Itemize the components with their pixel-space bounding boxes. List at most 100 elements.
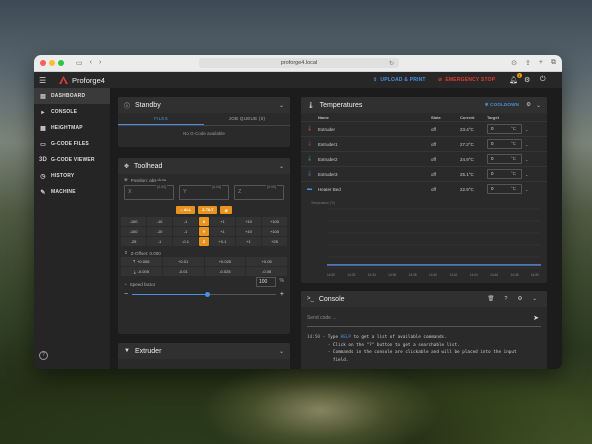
jog-button[interactable]: -10 bbox=[147, 217, 172, 226]
jog-button[interactable]: +1 bbox=[210, 227, 235, 236]
chevron-down-icon[interactable]: ⌄ bbox=[525, 187, 528, 192]
console-command-link[interactable]: HELP bbox=[341, 335, 351, 340]
jog-button[interactable]: -10 bbox=[147, 227, 172, 236]
tab-overview-icon[interactable]: ⧉ bbox=[551, 59, 556, 67]
zoffset-button[interactable]: -0.01 bbox=[162, 267, 204, 276]
sidebar-item-heightmap[interactable]: ▦ HEIGHTMAP bbox=[34, 120, 110, 136]
zoffset-button[interactable]: -0.025 bbox=[204, 267, 246, 276]
jog-button[interactable]: +1 bbox=[210, 217, 235, 226]
maximize-window-button[interactable] bbox=[58, 60, 64, 66]
sidebar-item-machine[interactable]: ✎ MACHINE bbox=[34, 184, 110, 200]
zoffset-button[interactable]: ⤓ -0.005 bbox=[121, 267, 162, 276]
chevron-down-icon[interactable]: ⌄ bbox=[525, 127, 528, 132]
notifications-button[interactable]: 🔔︎ 1 bbox=[509, 73, 522, 84]
close-window-button[interactable] bbox=[40, 60, 46, 66]
tab-job-queue[interactable]: JOB QUEUE (0) bbox=[204, 113, 290, 125]
jog-button[interactable]: -1 bbox=[173, 217, 198, 226]
back-icon[interactable]: ‹ bbox=[90, 59, 92, 67]
jog-button[interactable]: -25 bbox=[121, 237, 146, 246]
chevron-down-icon[interactable]: ⌄ bbox=[279, 102, 284, 109]
minimize-window-button[interactable] bbox=[49, 60, 55, 66]
jog-button[interactable]: -1 bbox=[173, 227, 198, 236]
emergency-stop-button[interactable]: ⊘ EMERGENCY STOP bbox=[438, 77, 495, 83]
toolhead-header: ✥ Toolhead ⌄ bbox=[118, 158, 290, 174]
chevron-down-icon[interactable]: ⌄ bbox=[279, 348, 284, 355]
gear-icon[interactable]: ⚙ bbox=[517, 296, 522, 302]
sidebar-item-gcode-viewer[interactable]: 3D G-CODE VIEWER bbox=[34, 152, 110, 168]
browser-titlebar: ▭ ‹ › proforge4.local ↻ ⊙ ⇪ + ⧉ bbox=[34, 55, 562, 72]
minus-icon[interactable]: − bbox=[124, 291, 128, 298]
zoffset-button[interactable]: +0.01 bbox=[162, 257, 204, 266]
jog-button[interactable]: -0.1 bbox=[173, 237, 198, 246]
settings-icon[interactable]: ⚙ bbox=[524, 76, 530, 84]
target-input[interactable]: 0 °C bbox=[487, 169, 522, 179]
sidebar-item-gcode-files[interactable]: ▭ G-CODE FILES bbox=[34, 136, 110, 152]
jog-button[interactable]: -100 bbox=[121, 227, 146, 236]
zoffset-button[interactable]: -0.05 bbox=[246, 267, 287, 276]
home-all-button[interactable]: ⌂ ALL bbox=[176, 206, 196, 214]
zoffset-button[interactable]: +0.025 bbox=[204, 257, 246, 266]
share-icon[interactable]: ⇪ bbox=[525, 59, 531, 67]
target-input[interactable]: 0 °C bbox=[487, 139, 522, 149]
trash-icon[interactable]: 🗑︎ bbox=[487, 296, 494, 302]
x-position-field[interactable]: X [0.00] bbox=[124, 181, 174, 200]
jog-button[interactable]: +10 bbox=[236, 227, 261, 236]
console-input[interactable]: Send code ... bbox=[307, 315, 336, 321]
menu-icon[interactable]: ☰ bbox=[39, 76, 51, 85]
z-position-field[interactable]: Z [0.00] bbox=[234, 181, 284, 200]
slider-thumb[interactable] bbox=[204, 292, 210, 297]
axis-value: [0.00] bbox=[211, 181, 222, 194]
plus-icon[interactable]: + bbox=[280, 291, 284, 298]
jog-button[interactable]: -100 bbox=[121, 217, 146, 226]
chevron-down-icon[interactable]: ⌄ bbox=[525, 157, 528, 162]
jog-button[interactable]: +25 bbox=[262, 237, 287, 246]
upload-print-button[interactable]: ⇪ UPLOAD & PRINT bbox=[373, 77, 426, 83]
jog-button[interactable]: +100 bbox=[262, 217, 287, 226]
jog-button[interactable]: -1 bbox=[147, 237, 172, 246]
console-line: field. bbox=[307, 357, 541, 365]
jog-button[interactable]: +0.1 bbox=[210, 237, 235, 246]
target-unit: °C bbox=[510, 156, 516, 161]
target-value: 0 bbox=[491, 186, 494, 191]
help-icon[interactable]: ? bbox=[504, 296, 507, 302]
tab-files[interactable]: FILES bbox=[118, 113, 204, 125]
z-tilt-button[interactable]: Z-TILT bbox=[198, 206, 218, 214]
target-value: 0 bbox=[491, 171, 494, 176]
help-icon[interactable]: ? bbox=[39, 351, 48, 360]
zoffset-label: ⇕ Z-Offset: 0.000 bbox=[118, 246, 290, 257]
chevron-down-icon[interactable]: ⌄ bbox=[536, 102, 541, 109]
new-tab-icon[interactable]: + bbox=[539, 59, 543, 67]
chevron-down-icon[interactable]: ⌄ bbox=[279, 163, 284, 170]
forward-icon[interactable]: › bbox=[99, 59, 101, 67]
gear-icon[interactable]: ⚙ bbox=[526, 102, 531, 108]
sidebar-toggle-icon[interactable]: ▭ bbox=[76, 59, 83, 67]
thermometer-icon: 🌡︎ bbox=[307, 102, 315, 109]
chevron-down-icon[interactable]: ⌄ bbox=[525, 142, 528, 147]
sidebar-item-dashboard[interactable]: ▤ DASHBOARD bbox=[34, 88, 110, 104]
sidebar-item-console[interactable]: ▸ CONSOLE bbox=[34, 104, 110, 120]
send-icon[interactable]: ➤ bbox=[533, 314, 539, 322]
target-unit: °C bbox=[510, 186, 516, 191]
reload-icon[interactable]: ↻ bbox=[389, 60, 394, 67]
zoffset-button[interactable]: ⤒ +0.005 bbox=[121, 257, 162, 266]
temperature-chart: Temperature [°C] 14:30 14:32 14:34 14:36 14:… bbox=[309, 201, 543, 277]
speed-input[interactable]: 100 bbox=[256, 277, 276, 287]
sidebar-item-history[interactable]: ◷ HISTORY bbox=[34, 168, 110, 184]
cooldown-button[interactable]: ❄ COOLDOWN bbox=[485, 102, 519, 108]
target-input[interactable]: 0 °C bbox=[487, 124, 522, 134]
speed-slider[interactable] bbox=[132, 292, 276, 297]
y-position-field[interactable]: Y [0.00] bbox=[179, 181, 229, 200]
target-input[interactable]: 0 °C bbox=[487, 184, 522, 194]
motors-off-button[interactable]: ⊘ bbox=[220, 206, 232, 214]
jog-button[interactable]: +100 bbox=[262, 227, 287, 236]
target-input[interactable]: 0 °C bbox=[487, 154, 522, 164]
console-text: - Type bbox=[322, 335, 341, 340]
address-bar[interactable]: proforge4.local ↻ bbox=[199, 58, 399, 68]
jog-button[interactable]: +1 bbox=[236, 237, 261, 246]
chevron-down-icon[interactable]: ⌄ bbox=[532, 296, 537, 302]
power-icon[interactable]: ⏻ bbox=[540, 76, 546, 84]
download-icon[interactable]: ⊙ bbox=[511, 59, 517, 67]
chevron-down-icon[interactable]: ⌄ bbox=[525, 172, 528, 177]
jog-button[interactable]: +10 bbox=[236, 217, 261, 226]
zoffset-button[interactable]: +0.05 bbox=[246, 257, 287, 266]
